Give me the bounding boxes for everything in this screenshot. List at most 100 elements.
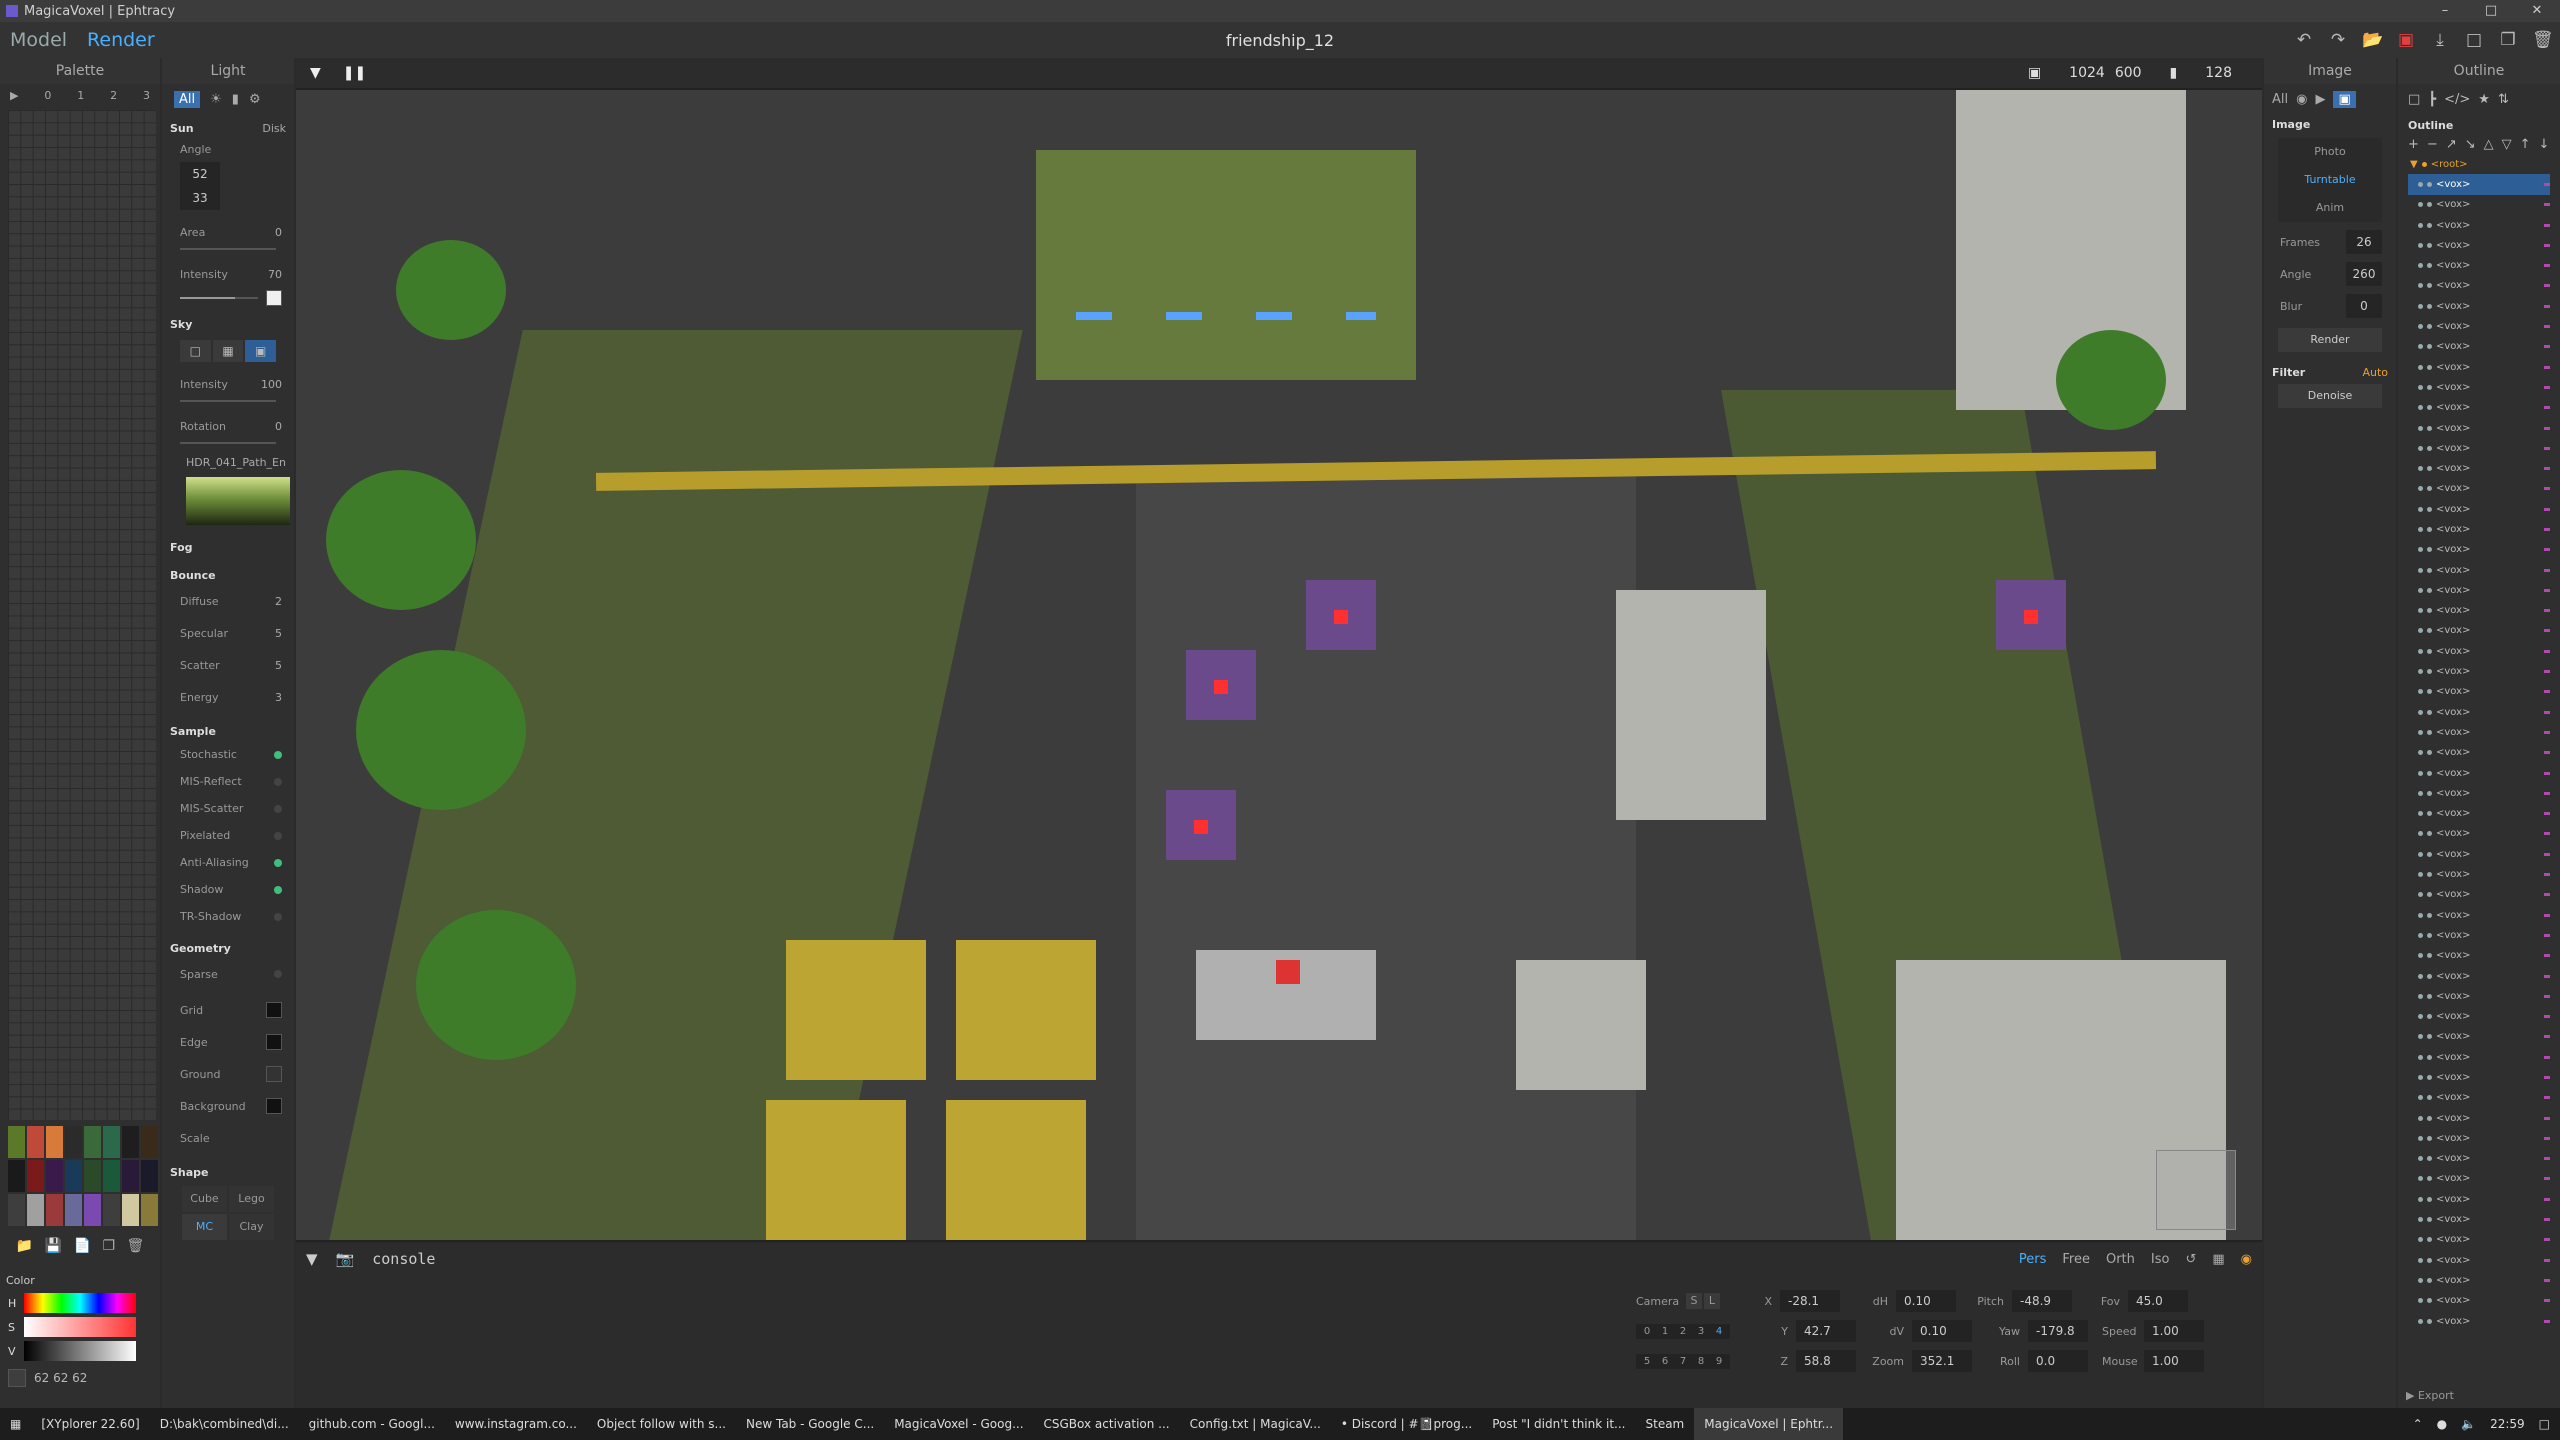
volume-icon[interactable]: 🔈 <box>2461 1417 2476 1431</box>
lock-icon[interactable] <box>2427 202 2432 208</box>
outline-item[interactable]: <vox> <box>2408 743 2550 763</box>
mode-model-tab[interactable]: Model <box>0 29 77 51</box>
background-toggle[interactable]: Background <box>180 1100 246 1113</box>
sky-hdr-button[interactable]: ▣ <box>245 340 277 362</box>
outline-item[interactable]: <vox> <box>2408 255 2550 275</box>
sample-option[interactable]: MIS-Scatter <box>170 795 286 822</box>
lock-icon[interactable] <box>2427 993 2432 999</box>
taskbar-item[interactable]: Config.txt | MagicaV... <box>1180 1408 1331 1440</box>
sample-count[interactable]: 128 <box>2205 65 2232 81</box>
palette-swatch[interactable] <box>122 1160 139 1192</box>
lock-icon[interactable] <box>2427 1014 2432 1020</box>
outline-item[interactable]: <vox> <box>2408 966 2550 986</box>
filter-label[interactable]: Filter <box>2272 366 2305 379</box>
visibility-icon[interactable] <box>2418 1115 2423 1121</box>
sun-intensity-slider[interactable] <box>180 297 258 299</box>
image-section-title[interactable]: Image <box>2272 118 2310 131</box>
visibility-icon[interactable] <box>2418 689 2423 695</box>
hierarchy-icon[interactable]: ┣ <box>2428 92 2436 107</box>
palette-tab-2[interactable]: 2 <box>110 89 117 102</box>
outline-item[interactable]: <vox> <box>2408 763 2550 783</box>
lock-icon[interactable] <box>2427 1156 2432 1162</box>
visibility-icon[interactable] <box>2418 1135 2423 1141</box>
visibility-icon[interactable] <box>2418 181 2423 187</box>
visibility-icon[interactable] <box>2418 547 2423 553</box>
lock-icon[interactable] <box>2427 872 2432 878</box>
visibility-icon[interactable] <box>2418 466 2423 472</box>
sparse-toggle[interactable] <box>274 970 282 978</box>
denoise-button[interactable]: Denoise <box>2278 384 2382 408</box>
copy-icon[interactable]: ❐ <box>2498 30 2518 50</box>
scale-toggle[interactable]: Scale <box>180 1132 210 1145</box>
value-bar[interactable] <box>24 1341 136 1361</box>
bounce-title[interactable]: Bounce <box>170 569 216 582</box>
lock-icon[interactable] <box>2427 283 2432 289</box>
lock-icon[interactable] <box>2427 1135 2432 1141</box>
outline-item[interactable]: <vox> <box>2408 1311 2550 1331</box>
palette-swatch[interactable] <box>103 1160 120 1192</box>
outline-item[interactable]: <vox> <box>2408 1027 2550 1047</box>
taskbar-item[interactable]: github.com - Googl... <box>299 1408 445 1440</box>
palette-swatch[interactable] <box>46 1194 63 1226</box>
taskbar-item[interactable]: [XYplorer 22.60] <box>31 1408 149 1440</box>
tray-up-icon[interactable]: ⌃ <box>2413 1417 2423 1431</box>
download-icon[interactable]: ⤓ <box>2430 30 2450 50</box>
image-icon[interactable]: ▣ <box>2333 90 2356 108</box>
camera-snapshot-icon[interactable]: 📷 <box>336 1250 355 1268</box>
shape-title[interactable]: Shape <box>170 1166 209 1179</box>
outline-item[interactable]: <vox> <box>2408 215 2550 235</box>
camera-slot-8[interactable]: 8 <box>1694 1356 1708 1367</box>
sky-intensity-slider[interactable] <box>180 400 276 402</box>
lock-icon[interactable] <box>2427 181 2432 187</box>
lock-icon[interactable] <box>2427 1054 2432 1060</box>
visibility-icon[interactable] <box>2418 750 2423 756</box>
mode-anim[interactable]: Anim <box>2278 194 2382 222</box>
visibility-icon[interactable] <box>2418 628 2423 634</box>
outline-item[interactable]: <vox> <box>2408 661 2550 681</box>
visibility-icon[interactable] <box>2418 242 2423 248</box>
outline-section-title[interactable]: Outline <box>2408 119 2453 132</box>
visibility-icon[interactable] <box>2418 729 2423 735</box>
outline-item[interactable]: <vox> <box>2408 1291 2550 1311</box>
camera-slot-5[interactable]: 5 <box>1640 1356 1654 1367</box>
minimize-button[interactable]: – <box>2422 0 2468 22</box>
palette-swatch[interactable] <box>27 1160 44 1192</box>
outline-item[interactable]: <vox> <box>2408 377 2550 397</box>
outline-item[interactable]: <vox> <box>2408 702 2550 722</box>
projection-pers[interactable]: Pers <box>2019 1252 2047 1267</box>
folder-icon[interactable]: □ <box>2408 92 2420 107</box>
taskbar-item[interactable]: www.instagram.co... <box>445 1408 587 1440</box>
lock-icon[interactable] <box>2427 648 2432 654</box>
sun-area-slider[interactable] <box>180 248 276 250</box>
camera-fov[interactable]: 45.0 <box>2128 1290 2188 1312</box>
gear-icon[interactable]: ⚙ <box>249 92 261 107</box>
camera-load-button[interactable]: L <box>1704 1293 1720 1309</box>
outline-item[interactable]: <vox> <box>2408 1088 2550 1108</box>
visibility-icon[interactable] <box>2418 202 2423 208</box>
lock-icon[interactable] <box>2427 1237 2432 1243</box>
lock-icon[interactable] <box>2427 425 2432 431</box>
lock-icon[interactable] <box>2427 303 2432 309</box>
palette-play-icon[interactable]: ▶ <box>10 89 18 102</box>
save-icon[interactable]: ▣ <box>2396 30 2416 50</box>
camera-slot-1[interactable]: 1 <box>1658 1326 1672 1337</box>
outline-item[interactable]: <vox> <box>2408 1149 2550 1169</box>
render-canvas[interactable] <box>296 90 2262 1240</box>
outline-item[interactable]: <vox> <box>2408 560 2550 580</box>
lock-icon[interactable] <box>2427 405 2432 411</box>
lock-icon[interactable] <box>2427 587 2432 593</box>
sample-option-toggle[interactable] <box>274 777 282 786</box>
camera-slot-7[interactable]: 7 <box>1676 1356 1690 1367</box>
remove-icon[interactable]: − <box>2427 137 2438 152</box>
shape-mc-button[interactable]: MC <box>182 1214 227 1240</box>
sample-option-toggle[interactable] <box>274 885 282 894</box>
energy-value[interactable]: 3 <box>275 691 282 704</box>
taskbar-item[interactable]: • Discord | #📓prog... <box>1331 1408 1482 1440</box>
visibility-icon[interactable] <box>2418 1176 2423 1182</box>
grid-toggle[interactable]: Grid <box>180 1004 203 1017</box>
palette-swatch[interactable] <box>65 1160 82 1192</box>
palette-swatch[interactable] <box>103 1194 120 1226</box>
outline-item[interactable]: <vox> <box>2408 174 2550 195</box>
sun-angle-1-input[interactable]: 52 <box>180 162 220 186</box>
visibility-icon[interactable] <box>2418 790 2423 796</box>
